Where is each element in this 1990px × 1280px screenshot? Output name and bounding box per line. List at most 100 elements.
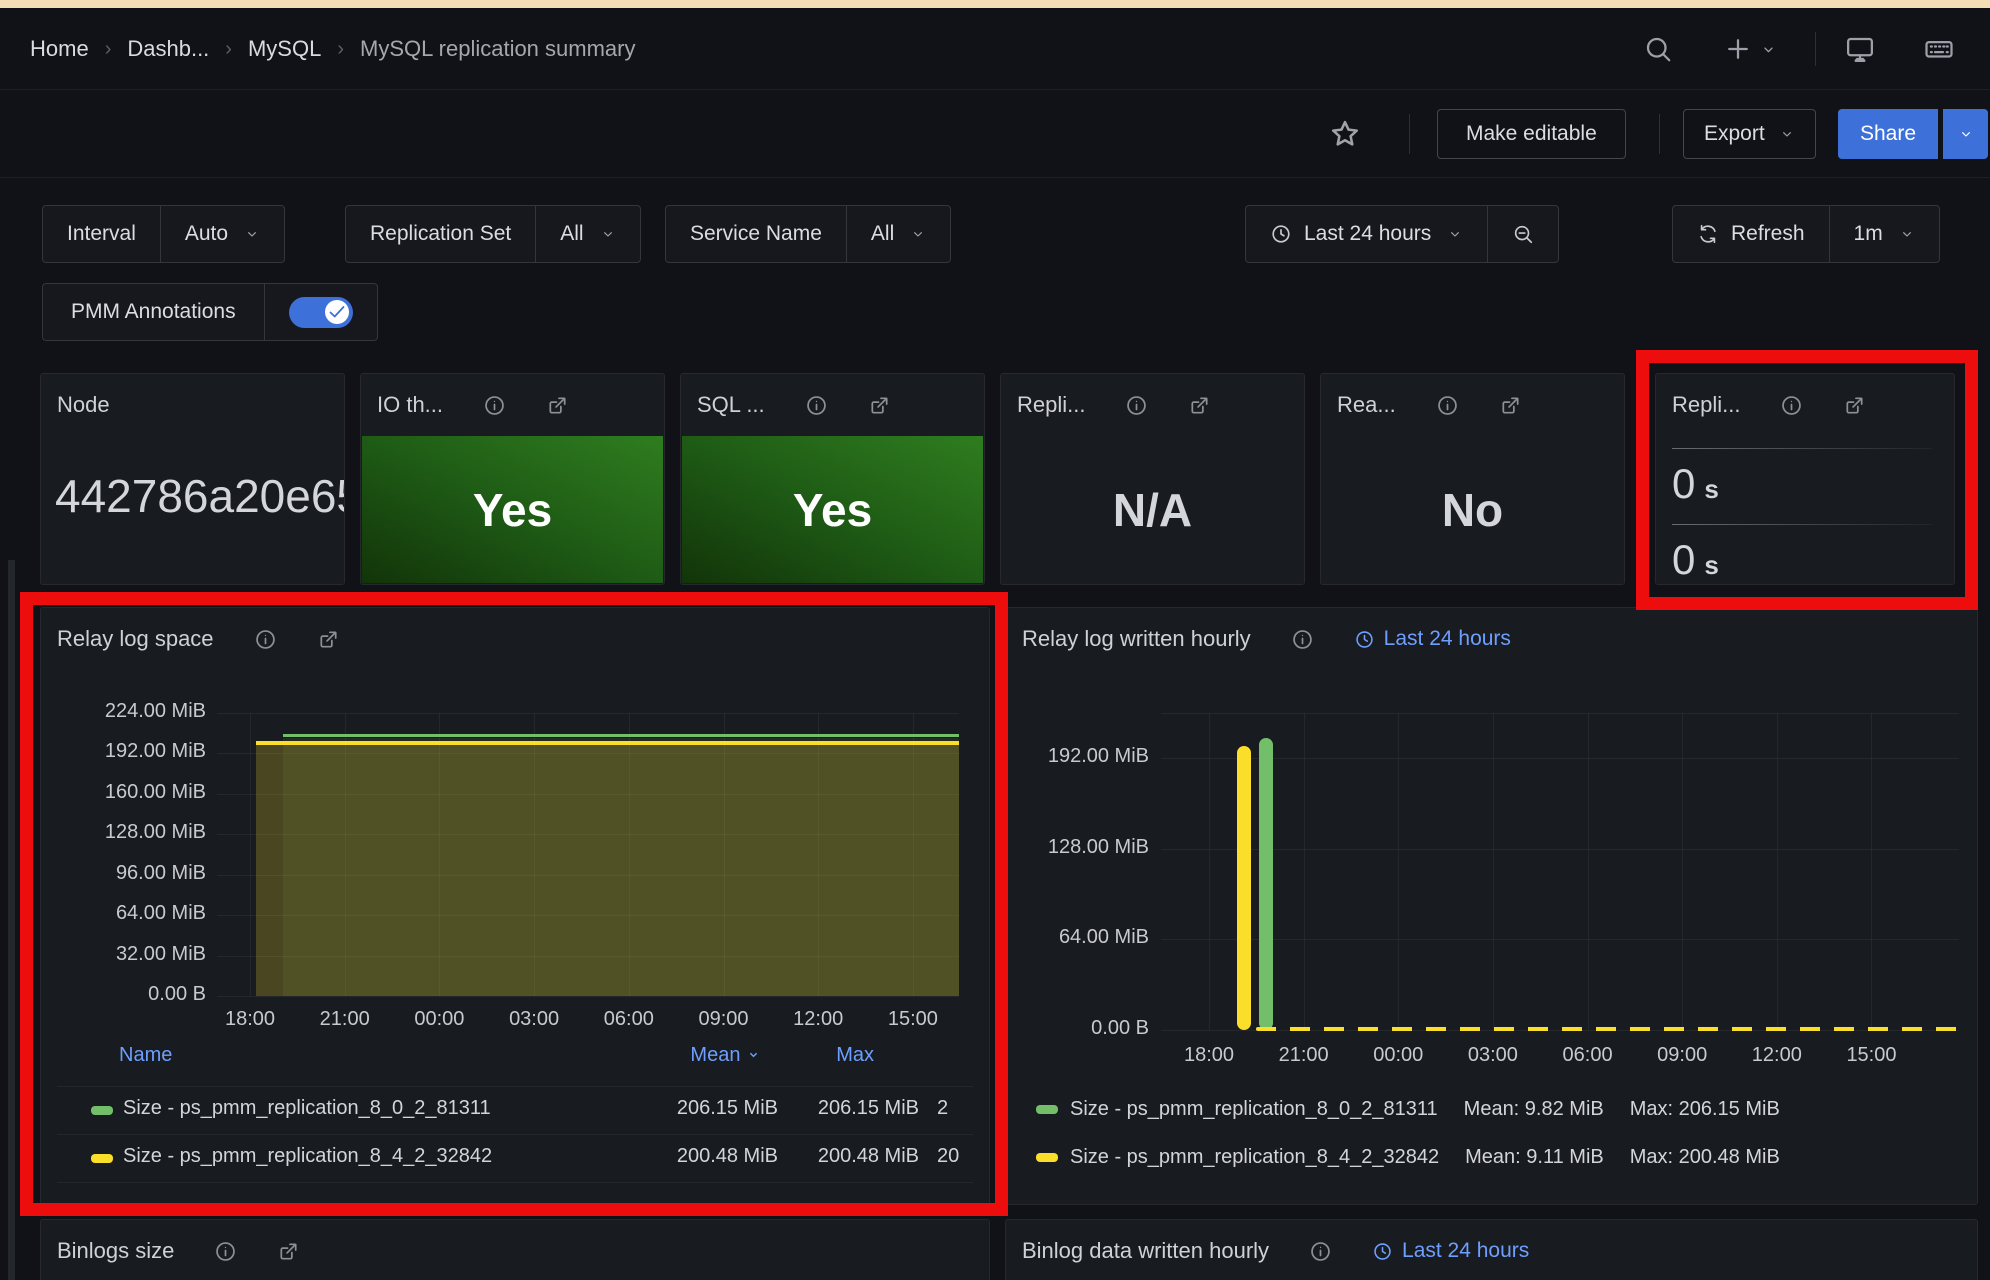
info-icon[interactable] — [254, 628, 277, 651]
chevron-down-icon[interactable] — [1760, 41, 1777, 58]
legend-series-name[interactable]: Size - ps_pmm_replication_8_0_2_81311 — [1070, 1098, 1438, 1121]
panel-title[interactable]: IO th... — [377, 392, 443, 418]
legend-row: Size - ps_pmm_replication_8_4_2_32842 200… — [41, 1145, 989, 1173]
time-range-control: Last 24 hours — [1245, 205, 1559, 263]
legend-max-value: 200.48 MiB — [743, 1145, 919, 1168]
keyboard-icon[interactable] — [1924, 34, 1954, 64]
breadcrumb-mysql[interactable]: MySQL — [248, 36, 321, 62]
search-icon[interactable] — [1643, 34, 1673, 64]
replication-set-select[interactable]: All — [535, 206, 639, 262]
panel-title[interactable]: Repli... — [1672, 392, 1740, 418]
plus-icon[interactable] — [1723, 34, 1753, 64]
info-icon[interactable] — [1780, 394, 1803, 417]
nav-divider — [1815, 32, 1816, 66]
external-link-icon[interactable] — [277, 1240, 300, 1263]
panel-header: Rea... — [1321, 374, 1624, 436]
legend-header-row: NameMean Max — [41, 1044, 989, 1072]
toolbar-divider — [1659, 114, 1660, 154]
panel-title[interactable]: Repli... — [1017, 392, 1085, 418]
export-label: Export — [1704, 122, 1765, 146]
external-link-icon[interactable] — [1843, 394, 1866, 417]
panel-time-range-link[interactable]: Last 24 hours — [1354, 627, 1511, 651]
x-tick-label: 12:00 — [772, 1008, 864, 1031]
panel-title[interactable]: Relay log written hourly — [1022, 626, 1251, 652]
panel-time-range-link[interactable]: Last 24 hours — [1372, 1239, 1529, 1263]
legend-series-swatch — [91, 1154, 113, 1163]
pmm-annotations-cell — [264, 284, 377, 340]
panel-replication: Repli... N/A — [1000, 373, 1305, 585]
clock-icon — [1270, 223, 1292, 245]
pmm-annotations-toggle[interactable] — [289, 297, 353, 328]
x-tick-label: 03:00 — [488, 1008, 580, 1031]
panel-binlog-data-written-hourly: Binlog data written hourly Last 24 hours — [1005, 1219, 1978, 1280]
info-icon[interactable] — [805, 394, 828, 417]
stat-value: 0s — [1672, 460, 1719, 508]
stat-background: N/A — [1002, 436, 1303, 583]
refresh-interval-select[interactable]: 1m — [1829, 206, 1939, 262]
legend-mean-value: Mean: 9.82 MiB — [1464, 1098, 1604, 1121]
external-link-icon[interactable] — [317, 628, 340, 651]
legend-series-name[interactable]: Size - ps_pmm_replication_8_4_2_32842 — [123, 1145, 492, 1168]
external-link-icon[interactable] — [868, 394, 891, 417]
node-value: 442786a20e65 — [55, 469, 345, 523]
panel-header: Repli... — [1001, 374, 1304, 436]
panel-title[interactable]: Node — [57, 392, 110, 418]
info-icon[interactable] — [214, 1240, 237, 1263]
x-tick-label: 09:00 — [678, 1008, 770, 1031]
series-fill-green — [283, 738, 959, 996]
legend-header-name[interactable]: Name — [119, 1044, 172, 1067]
info-icon[interactable] — [1291, 628, 1314, 651]
monitor-icon[interactable] — [1845, 34, 1875, 64]
panel-title[interactable]: Binlog data written hourly — [1022, 1238, 1269, 1264]
y-tick-label: 96.00 MiB — [49, 862, 206, 885]
panel-title[interactable]: Rea... — [1337, 392, 1396, 418]
panel-replication-lag: Repli... 0s 0s — [1655, 373, 1955, 585]
panel-title[interactable]: Relay log space — [57, 626, 214, 652]
info-icon[interactable] — [1436, 394, 1459, 417]
refresh-button[interactable]: Refresh — [1673, 206, 1829, 262]
share-menu-button[interactable] — [1943, 109, 1988, 159]
breadcrumb-separator: › — [105, 38, 112, 61]
external-link-icon[interactable] — [546, 394, 569, 417]
interval-select[interactable]: Auto — [160, 206, 284, 262]
external-link-icon[interactable] — [1499, 394, 1522, 417]
legend-series-name[interactable]: Size - ps_pmm_replication_8_4_2_32842 — [1070, 1146, 1439, 1169]
pmm-annotations-control: PMM Annotations — [42, 283, 378, 341]
y-tick-label: 64.00 MiB — [49, 902, 206, 925]
info-icon[interactable] — [1309, 1240, 1332, 1263]
panel-title[interactable]: SQL ... — [697, 392, 765, 418]
external-link-icon[interactable] — [1188, 394, 1211, 417]
replication-set-value: All — [560, 222, 583, 246]
zoom-out-button[interactable] — [1487, 206, 1558, 262]
grafana-dashboard: Home › Dashb... › MySQL › MySQL replicat… — [0, 0, 1990, 1280]
breadcrumb-home[interactable]: Home — [30, 36, 89, 62]
star-icon[interactable] — [1328, 117, 1362, 151]
bar-green — [1259, 738, 1273, 1030]
y-tick-label: 192.00 MiB — [49, 740, 206, 763]
grid-line-v — [1871, 713, 1872, 1030]
grid-line-v — [1682, 713, 1683, 1030]
info-icon[interactable] — [483, 394, 506, 417]
x-tick-label: 18:00 — [204, 1008, 296, 1031]
legend-series-name[interactable]: Size - ps_pmm_replication_8_0_2_81311 — [123, 1097, 491, 1120]
grid-line-v — [1588, 713, 1589, 1030]
service-name-value: All — [871, 222, 894, 246]
panel-title[interactable]: Binlogs size — [57, 1238, 174, 1264]
make-editable-button[interactable]: Make editable — [1437, 109, 1626, 159]
share-button[interactable]: Share — [1838, 109, 1938, 159]
grid-line-v — [1398, 713, 1399, 1030]
series-line-green — [283, 734, 959, 737]
legend-header-max[interactable]: Max — [729, 1044, 874, 1067]
grid-line-h — [1161, 758, 1959, 759]
stat-value: Yes — [793, 483, 872, 537]
time-range-picker[interactable]: Last 24 hours — [1246, 206, 1487, 262]
export-button[interactable]: Export — [1683, 109, 1816, 159]
legend-clipped-value: 20 — [937, 1145, 963, 1168]
x-tick-label: 21:00 — [299, 1008, 391, 1031]
service-name-select[interactable]: All — [846, 206, 950, 262]
breadcrumb-dashboards[interactable]: Dashb... — [127, 36, 209, 62]
info-icon[interactable] — [1125, 394, 1148, 417]
y-tick-label: 0.00 B — [49, 983, 206, 1006]
panel-header: Repli... — [1656, 374, 1954, 436]
legend-max-value: Max: 206.15 MiB — [1630, 1098, 1780, 1121]
